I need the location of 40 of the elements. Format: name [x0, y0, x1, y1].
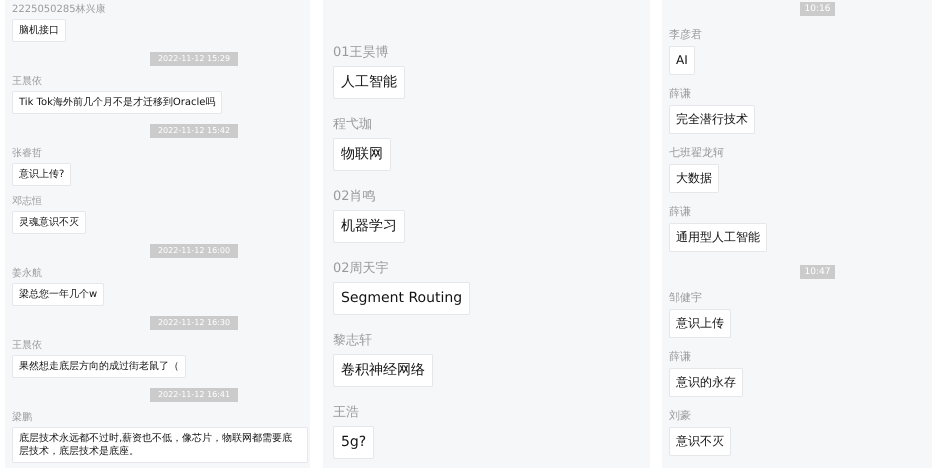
message-bubble: 底层技术永远都不过时,薪资也不低，像芯片，物联网都需要底层技术，底层技术是底座。 — [12, 427, 308, 463]
sender-name: 薛谦 — [669, 88, 691, 100]
message-bubble: 大数据 — [669, 164, 719, 193]
sender-name: 2225050285林兴康 — [12, 4, 106, 16]
sender-name: 邓志恒 — [12, 196, 42, 208]
message-bubble: 5g? — [333, 426, 374, 459]
sender-name: 李彦君 — [669, 29, 702, 41]
message-bubble: 机器学习 — [333, 210, 405, 243]
sender-name: 黎志轩 — [333, 333, 372, 348]
sender-name: 薛谦 — [669, 351, 691, 363]
sender-name: 王晨依 — [12, 76, 42, 88]
sender-name: 刘豪 — [669, 410, 691, 422]
sender-name: 王晨依 — [12, 340, 42, 352]
sender-name: 姜永航 — [12, 268, 42, 280]
message-bubble: 通用型人工智能 — [669, 223, 767, 252]
sender-name: 程弋珈 — [333, 117, 372, 132]
message-bubble: 意识的永存 — [669, 368, 743, 397]
message-bubble: 梁总您一年几个w — [12, 283, 104, 306]
sender-name: 02肖鸣 — [333, 189, 376, 204]
sender-name: 王浩 — [333, 405, 359, 420]
message-bubble: Segment Routing — [333, 282, 470, 315]
message-bubble: 意识不灭 — [669, 427, 731, 456]
message-bubble: 意识上传? — [12, 163, 72, 186]
message-bubble: 果然想走底层方向的成过街老鼠了（ — [12, 355, 186, 378]
message-bubble: 物联网 — [333, 138, 391, 171]
sender-name: 七班翟龙轲 — [669, 147, 724, 159]
sender-name: 01王昊博 — [333, 45, 389, 60]
sender-name: 02周天宇 — [333, 261, 389, 276]
sender-name: 邹健宇 — [669, 292, 702, 304]
sender-name: 梁鹏 — [12, 412, 32, 424]
message-bubble: 人工智能 — [333, 66, 405, 99]
message-bubble: 脑机接口 — [12, 19, 66, 42]
message-bubble: 意识上传 — [669, 309, 731, 338]
sender-name: 张睿哲 — [12, 148, 42, 160]
message-bubble: Tik Tok海外前几个月不是才迁移到Oracle吗 — [12, 91, 222, 114]
message-bubble: 完全潜行技术 — [669, 105, 755, 134]
sender-name: 薛谦 — [669, 206, 691, 218]
message-bubble: 灵魂意识不灭 — [12, 211, 86, 234]
message-bubble: 卷积神经网络 — [333, 354, 433, 387]
message-bubble: AI — [669, 46, 695, 75]
